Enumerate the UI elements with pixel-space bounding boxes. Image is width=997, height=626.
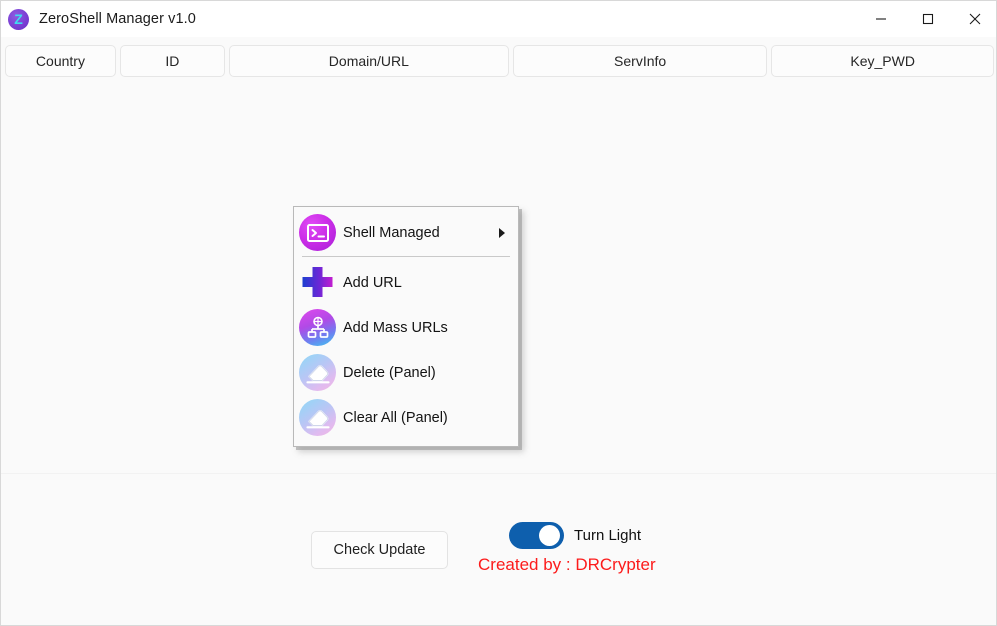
column-header-id[interactable]: ID <box>119 45 225 77</box>
footer-panel <box>1 474 996 625</box>
check-update-button[interactable]: Check Update <box>311 531 448 569</box>
turn-light-toggle-row: Turn Light <box>509 522 641 549</box>
menu-item-clear-all-panel[interactable]: Clear All (Panel) <box>294 395 518 440</box>
plus-icon <box>299 264 336 301</box>
terminal-icon <box>299 214 336 251</box>
menu-separator <box>302 256 510 257</box>
toggle-knob <box>539 525 560 546</box>
window-title: ZeroShell Manager v1.0 <box>39 11 196 27</box>
chevron-right-icon <box>499 227 505 238</box>
title-bar: Z ZeroShell Manager v1.0 <box>1 1 996 37</box>
menu-item-add-url[interactable]: Add URL <box>294 260 518 305</box>
column-header-bar: Country ID Domain/URL ServInfo Key_PWD <box>1 45 996 77</box>
app-window: Z ZeroShell Manager v1.0 Country ID Doma… <box>0 0 997 626</box>
column-header-country[interactable]: Country <box>5 45 116 77</box>
column-header-domain-url[interactable]: Domain/URL <box>228 45 509 77</box>
eraser-icon <box>299 399 336 436</box>
window-controls <box>857 1 996 37</box>
menu-item-label: Delete (Panel) <box>343 364 436 381</box>
sitemap-icon <box>299 309 336 346</box>
close-icon[interactable] <box>951 1 996 37</box>
menu-item-label: Shell Managed <box>343 224 440 241</box>
app-logo-z-icon: Z <box>8 8 29 30</box>
menu-item-add-mass-urls[interactable]: Add Mass URLs <box>294 305 518 350</box>
menu-item-label: Add URL <box>343 274 402 291</box>
turn-light-toggle[interactable] <box>509 522 564 549</box>
column-header-key-pwd[interactable]: Key_PWD <box>771 45 994 77</box>
menu-item-delete-panel[interactable]: Delete (Panel) <box>294 350 518 395</box>
menu-item-label: Clear All (Panel) <box>343 409 448 426</box>
app-logo-letter: Z <box>14 11 23 27</box>
eraser-icon <box>299 354 336 391</box>
turn-light-label: Turn Light <box>574 527 641 544</box>
minimize-icon[interactable] <box>857 1 904 37</box>
maximize-icon[interactable] <box>904 1 951 37</box>
credit-text: Created by : DRCrypter <box>478 555 656 574</box>
context-menu: Shell Managed Add URL Add Mass URLs Dele… <box>293 206 519 447</box>
menu-item-label: Add Mass URLs <box>343 319 448 336</box>
column-header-servinfo[interactable]: ServInfo <box>512 45 768 77</box>
menu-item-shell-managed[interactable]: Shell Managed <box>294 210 518 255</box>
